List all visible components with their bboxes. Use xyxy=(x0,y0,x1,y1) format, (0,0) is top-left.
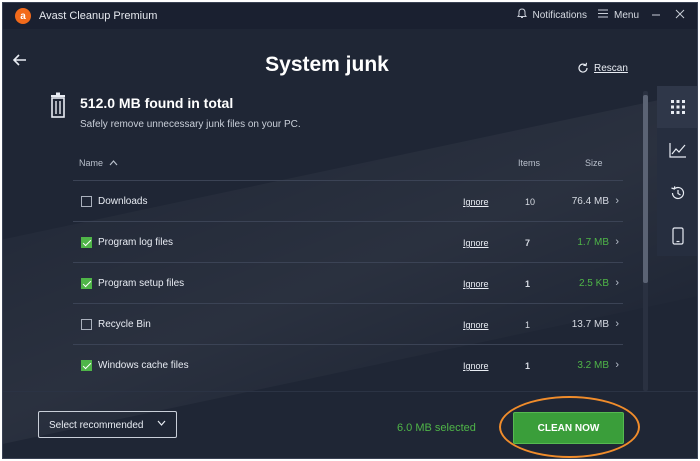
side-panel-grid[interactable] xyxy=(657,86,697,128)
row-size: 2.5 KB xyxy=(578,278,609,289)
summary-subtitle: Safely remove unnecessary junk files on … xyxy=(80,119,301,130)
title-bar-controls: Notifications Menu xyxy=(516,8,687,22)
chevron-right-icon[interactable]: › xyxy=(615,318,619,330)
chevron-right-icon[interactable]: › xyxy=(615,277,619,289)
table-header: Name Items Size xyxy=(73,158,623,172)
minimize-button[interactable] xyxy=(649,8,663,22)
side-panel-chart[interactable] xyxy=(657,129,697,171)
size-column-header: Size xyxy=(585,158,603,168)
hamburger-menu-icon xyxy=(597,9,609,21)
row-checkbox[interactable] xyxy=(81,319,92,330)
table-row[interactable]: Recycle Bin Ignore 1 13.7 MB › xyxy=(73,303,623,344)
selected-size-text: 6.0 MB selected xyxy=(397,422,476,434)
table-row[interactable]: Program log files Ignore 7 1.7 MB › xyxy=(73,221,623,262)
app-window: a Avast Cleanup Premium Notifications Me… xyxy=(2,2,698,459)
rescan-button[interactable]: Rescan xyxy=(577,62,628,74)
row-size: 3.2 MB xyxy=(577,360,609,371)
grid-icon xyxy=(671,100,685,114)
row-items: 10 xyxy=(525,197,536,207)
name-column-header[interactable]: Name xyxy=(79,158,118,168)
side-panel-phone[interactable] xyxy=(657,215,697,257)
ignore-link[interactable]: Ignore xyxy=(463,361,489,371)
ignore-link[interactable]: Ignore xyxy=(463,279,489,289)
notifications-label: Notifications xyxy=(532,9,587,21)
chevron-right-icon[interactable]: › xyxy=(615,195,619,207)
table-row[interactable]: Windows cache files Ignore 1 3.2 MB › xyxy=(73,344,623,385)
rescan-label: Rescan xyxy=(594,62,628,74)
row-name: Recycle Bin xyxy=(98,319,151,330)
junk-list: Downloads Ignore 10 76.4 MB › Program lo… xyxy=(73,180,623,385)
row-name: Windows cache files xyxy=(98,360,189,371)
highlight-ring xyxy=(499,396,640,458)
row-size: 13.7 MB xyxy=(571,319,609,330)
notifications-button[interactable]: Notifications xyxy=(516,8,587,22)
row-items: 1 xyxy=(525,361,531,371)
side-panel-history[interactable] xyxy=(657,172,697,214)
bell-icon xyxy=(516,8,528,22)
select-recommended-dropdown[interactable]: Select recommended xyxy=(38,411,177,438)
chevron-right-icon[interactable]: › xyxy=(615,236,619,248)
sort-ascending-icon xyxy=(109,160,117,166)
menu-button[interactable]: Menu xyxy=(597,9,639,21)
app-title: Avast Cleanup Premium xyxy=(39,10,158,22)
row-items: 7 xyxy=(525,238,531,248)
rescan-icon xyxy=(578,62,588,73)
ignore-link[interactable]: Ignore xyxy=(463,197,489,207)
row-size: 1.7 MB xyxy=(577,237,609,248)
scrollbar-thumb[interactable] xyxy=(643,95,648,283)
close-button[interactable] xyxy=(673,8,687,22)
row-checkbox[interactable] xyxy=(81,278,92,289)
row-items: 1 xyxy=(525,320,531,330)
found-total: 512.0 MB found in total xyxy=(80,95,234,111)
row-checkbox[interactable] xyxy=(81,196,92,207)
row-name: Program setup files xyxy=(98,278,185,289)
page-title: System junk xyxy=(265,53,389,76)
chevron-right-icon[interactable]: › xyxy=(615,359,619,371)
ignore-link[interactable]: Ignore xyxy=(463,320,489,330)
avast-logo-icon: a xyxy=(15,8,31,24)
table-row[interactable]: Program setup files Ignore 1 2.5 KB › xyxy=(73,262,623,303)
phone-icon xyxy=(672,227,684,245)
row-name: Program log files xyxy=(98,237,174,248)
title-bar: a Avast Cleanup Premium Notifications Me… xyxy=(3,3,697,29)
row-name: Downloads xyxy=(98,196,148,207)
row-items: 1 xyxy=(525,279,531,289)
bottom-divider xyxy=(3,391,697,392)
select-recommended-label: Select recommended xyxy=(49,420,144,431)
chart-icon xyxy=(669,143,686,158)
chevron-down-icon xyxy=(157,418,166,429)
row-checkbox[interactable] xyxy=(81,360,92,371)
history-icon xyxy=(671,186,685,200)
trash-icon xyxy=(51,92,65,118)
menu-label: Menu xyxy=(613,9,639,21)
side-panel xyxy=(657,86,697,257)
row-checkbox[interactable] xyxy=(81,237,92,248)
table-row[interactable]: Downloads Ignore 10 76.4 MB › xyxy=(73,180,623,221)
row-size: 76.4 MB xyxy=(571,196,609,207)
ignore-link[interactable]: Ignore xyxy=(463,238,489,248)
items-column-header: Items xyxy=(518,158,541,168)
